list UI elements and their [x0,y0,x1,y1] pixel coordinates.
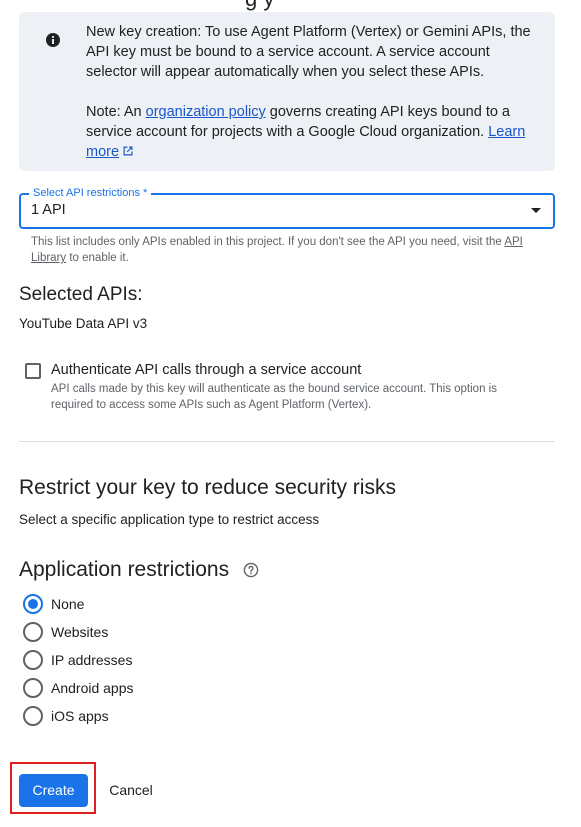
radio-label: IP addresses [51,652,133,668]
radio-button[interactable] [23,650,43,670]
api-restrictions-label: Select API restrictions * [29,186,152,200]
selected-apis-heading: Selected APIs: [19,284,143,305]
selected-api-item: YouTube Data API v3 [19,316,148,331]
radio-button[interactable] [23,594,43,614]
radio-label: Websites [51,624,109,640]
info-banner: New key creation: To use Agent Platform … [19,12,555,171]
api-restrictions-helper: This list includes only APIs enabled in … [31,234,536,266]
api-restrictions-value: 1 API [31,202,66,218]
service-account-checkbox[interactable] [25,363,41,379]
info-banner-text: New key creation: To use Agent Platform … [86,22,541,162]
radio-option-ios-apps[interactable]: iOS apps [23,706,109,726]
radio-option-none[interactable]: None [23,594,84,614]
radio-button[interactable] [23,622,43,642]
helper-text: This list includes only APIs enabled in … [31,236,505,248]
external-link-icon [123,146,133,156]
radio-label: Android apps [51,680,134,696]
restrict-key-heading: Restrict your key to reduce security ris… [19,476,396,499]
radio-label: None [51,596,85,612]
info-paragraph-2: Note: An organization policy governs cre… [86,102,541,162]
radio-button[interactable] [23,678,43,698]
help-icon[interactable] [243,562,259,578]
radio-label: iOS apps [51,708,109,724]
dropdown-arrow-icon [531,208,541,213]
info-icon [46,33,60,47]
cut-off-header-text: g y [245,0,274,12]
radio-option-ip-addresses[interactable]: IP addresses [23,650,132,670]
radio-option-websites[interactable]: Websites [23,622,108,642]
application-restrictions-heading: Application restrictions [19,558,230,581]
service-account-checkbox-label[interactable]: Authenticate API calls through a service… [51,362,361,378]
create-button[interactable]: Create [19,774,88,807]
cancel-button[interactable]: Cancel [98,774,164,807]
helper-suffix: to enable it. [66,252,129,264]
radio-button[interactable] [23,706,43,726]
info-paragraph-1: New key creation: To use Agent Platform … [86,24,531,80]
info-note-prefix: Note: An [86,104,146,120]
restrict-key-subtitle: Select a specific application type to re… [19,512,320,527]
organization-policy-link[interactable]: organization policy [146,104,266,120]
service-account-description: API calls made by this key will authenti… [51,383,497,411]
section-divider [19,441,555,442]
radio-option-android-apps[interactable]: Android apps [23,678,134,698]
api-restrictions-select[interactable]: Select API restrictions * 1 API [19,186,555,229]
